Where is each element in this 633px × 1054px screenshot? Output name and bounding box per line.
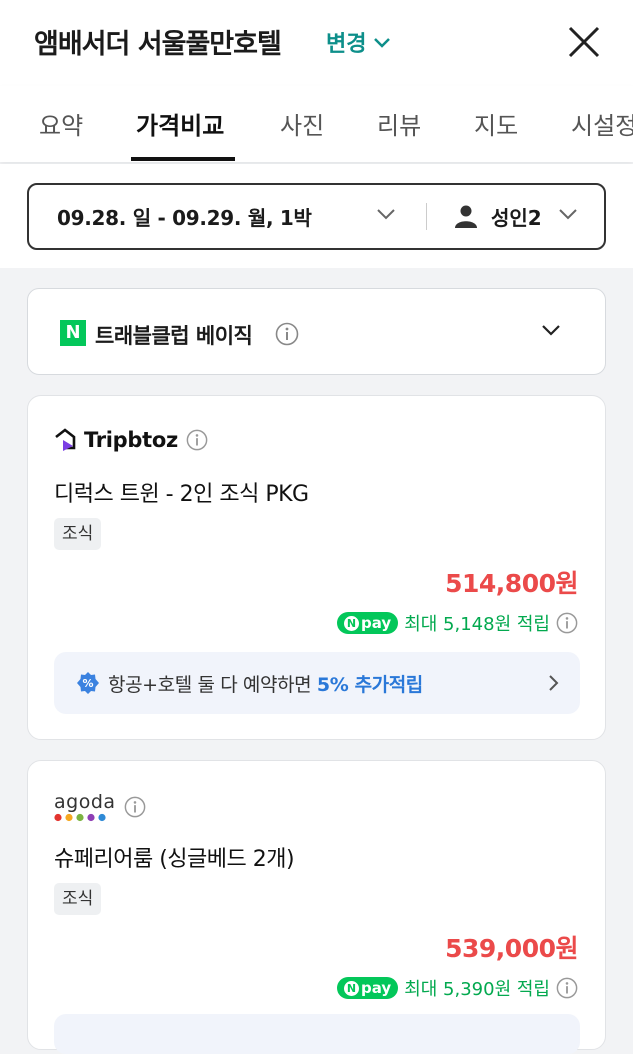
divider [426,203,427,230]
provider-name: Tripbtoz [84,428,178,452]
chevron-down-icon[interactable] [557,207,579,221]
info-icon[interactable] [275,322,299,346]
travel-club-section[interactable]: N 트래블클럽 베이직 [27,288,606,375]
agoda-dots-icon [54,813,106,822]
offer-card[interactable]: agoda 슈페리어룸 (싱글베드 2개) 조식 539,000원 Npay 최… [27,760,606,1054]
promo-highlight: 5% 추가적립 [316,674,423,696]
chevron-down-icon[interactable] [375,207,397,221]
room-name: 디럭스 트윈 - 2인 조식 PKG [54,482,309,507]
tab-bar: 요약 가격비교 사진 리뷰 지도 시설정 [0,86,633,162]
filter-box: 09.28. 일 - 09.29. 월, 1박 성인2 [27,183,606,250]
date-selector[interactable]: 09.28. 일 - 09.29. 월, 1박 [57,202,312,231]
chevron-right-icon [549,675,559,691]
npay-points: Npay 최대 5,148원 적립 [337,610,578,636]
npay-badge: Npay [337,612,399,634]
breakfast-badge: 조식 [54,518,102,550]
promo-text: 항공+호텔 둘 다 예약하면 5% 추가적립 [108,674,423,696]
npay-points: Npay 최대 5,390원 적립 [337,975,578,1001]
promo-banner[interactable]: % 항공+호텔 둘 다 예약하면 5% 추가적립 [54,652,580,714]
chevron-down-icon[interactable] [540,323,562,337]
tab-map[interactable]: 지도 [474,106,518,141]
price: 514,800원 [445,569,578,598]
points-text: 최대 5,390원 적립 [404,979,550,1000]
info-icon[interactable] [556,612,578,634]
tab-facilities[interactable]: 시설정 [571,106,633,141]
offer-card[interactable]: Tripbtoz 디럭스 트윈 - 2인 조식 PKG 조식 514,800원 … [27,395,606,740]
room-name: 슈페리어룸 (싱글베드 2개) [54,847,295,872]
club-label: 트래블클럽 베이직 [95,324,253,348]
svg-text:%: % [82,677,93,690]
search-filters: 09.28. 일 - 09.29. 월, 1박 성인2 [0,164,633,268]
guest-selector[interactable]: 성인2 [491,202,542,231]
chevron-down-icon [374,38,391,48]
info-icon[interactable] [556,977,578,999]
tripbtoz-logo-icon [55,428,76,451]
provider-logo: Tripbtoz [54,428,208,452]
npay-badge: Npay [337,977,399,999]
info-icon[interactable] [124,796,146,818]
discount-badge-icon: % [77,672,99,694]
price: 539,000원 [445,934,578,963]
change-hotel-button[interactable]: 변경 [326,26,392,58]
tab-price-compare[interactable]: 가격비교 [136,106,224,141]
points-text: 최대 5,148원 적립 [404,614,550,635]
breakfast-badge: 조식 [54,883,102,915]
tab-summary[interactable]: 요약 [39,106,83,141]
person-icon [455,205,477,228]
tab-reviews[interactable]: 리뷰 [377,106,421,141]
tab-photos[interactable]: 사진 [280,106,324,141]
provider-name: agoda [54,791,116,813]
close-icon[interactable] [566,24,602,60]
active-tab-indicator [131,157,235,161]
header: 앰배서더 서울풀만호텔 변경 [0,0,633,86]
hotel-title: 앰배서더 서울풀만호텔 [34,29,282,60]
provider-logo: agoda [54,791,146,822]
naver-logo-icon: N [60,320,86,346]
agoda-logo-icon: agoda [54,791,116,822]
info-icon[interactable] [186,429,208,451]
change-label: 변경 [326,32,367,57]
promo-banner[interactable] [54,1014,580,1054]
